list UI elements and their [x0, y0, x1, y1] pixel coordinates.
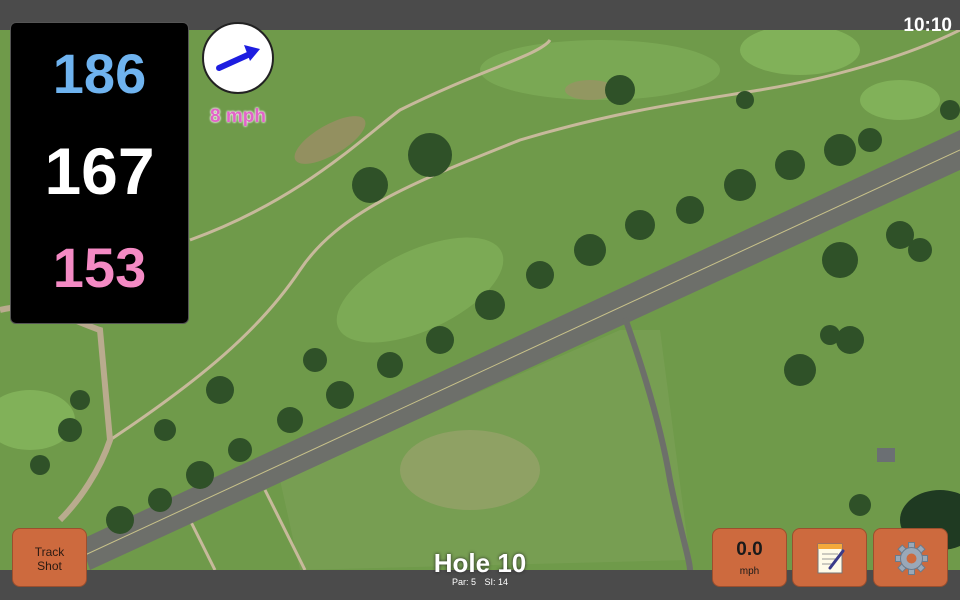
speed-button[interactable]: 0.0 mph — [712, 528, 787, 587]
speed-value: 0.0 — [736, 539, 763, 560]
hole-title: Hole 10 — [433, 548, 527, 578]
middle-distance: 167 — [44, 134, 155, 208]
hole-info: Par: 5 SI: 14 — [380, 577, 580, 587]
notes-button[interactable] — [792, 528, 867, 587]
front-distance: 153 — [52, 236, 147, 299]
gear-icon — [895, 542, 928, 575]
speed-unit: mph — [739, 566, 760, 577]
wind-arrow-icon — [216, 45, 260, 71]
hole-par: Par: 5 — [451, 577, 476, 587]
status-clock: 10:10 — [903, 15, 952, 36]
track-shot-label: Track Shot — [34, 545, 65, 573]
back-distance: 186 — [52, 42, 147, 105]
track-shot-button[interactable]: Track Shot — [12, 528, 87, 587]
distance-panel: 186 167 153 — [10, 22, 189, 324]
notepad-icon — [817, 543, 845, 574]
wind-speed: 8 mph — [210, 106, 266, 127]
settings-button[interactable] — [873, 528, 948, 587]
hole-stroke-index: SI: 14 — [484, 577, 509, 587]
wind-indicator — [202, 22, 274, 94]
